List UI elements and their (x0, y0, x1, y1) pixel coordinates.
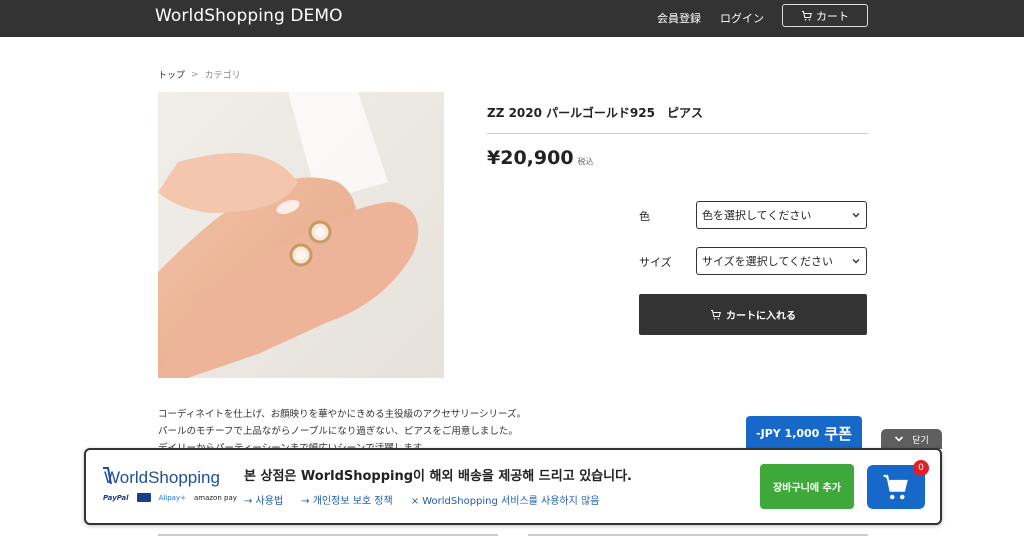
breadcrumb-category[interactable]: カテゴリ (205, 68, 241, 81)
coupon-amount: -JPY 1,000 (756, 426, 820, 440)
chevron-down-icon (895, 436, 904, 442)
cart-count-badge: 0 (913, 460, 929, 476)
breadcrumb-top[interactable]: トップ (158, 68, 185, 81)
cart-icon (883, 474, 908, 500)
banner-heading: 본 상점은 WorldShopping이 해외 배송을 제공해 드리고 있습니다… (244, 469, 632, 484)
section-divider (158, 534, 498, 536)
register-link[interactable]: 会員登録 (657, 10, 701, 26)
alipay-logo: Alipay+ (158, 493, 186, 502)
header-cart-button[interactable]: カート (782, 4, 868, 27)
coupon-tab[interactable]: -JPY 1,000 쿠폰 (746, 416, 862, 450)
color-label: 色 (639, 210, 650, 223)
worldshopping-banner: WorldShopping PayPal Alipay+ amazon pay … (84, 448, 942, 525)
close-label: 닫기 (912, 435, 929, 446)
product-title: ZZ 2020 パールゴールド925 ピアス (487, 106, 703, 120)
color-select-value: 色を選択してください (702, 209, 812, 222)
size-select-value: サイズを選択してください (702, 255, 834, 268)
header-cart-label: カート (816, 9, 849, 23)
paypal-logo: PayPal (103, 493, 129, 502)
credit-card-icon (136, 493, 151, 502)
tax-note: 税込 (577, 157, 594, 166)
size-label: サイズ (639, 256, 672, 269)
product-photo (158, 92, 444, 378)
opt-out-link[interactable]: × WorldShopping 서비스를 사용하지 않음 (411, 492, 600, 507)
login-link[interactable]: ログイン (720, 10, 764, 26)
price-row: ¥20,900 税込 (487, 147, 594, 169)
breadcrumb: トップ > カテゴリ (158, 68, 241, 82)
coupon-word: 쿠폰 (824, 424, 852, 443)
add-to-cart-button[interactable]: カートに入れる (639, 294, 867, 335)
cart-icon (802, 10, 812, 21)
description-line: コーディネイトを仕上げ、お顔映りを華やかにきめる主役級のアクセサリーシリーズ。 (158, 409, 527, 420)
color-select[interactable]: 色を選択してください (696, 201, 867, 229)
cart-icon (711, 309, 721, 320)
description-line: パールのモチーフで上品ながらノーブルになり過ぎない、ピアスをご用意しました。 (158, 426, 518, 437)
site-brand[interactable]: WorldShopping DEMO (155, 6, 343, 26)
product-photo-illustration (158, 92, 444, 378)
title-divider (487, 133, 868, 134)
close-banner-tab[interactable]: 닫기 (881, 429, 942, 449)
breadcrumb-separator: > (191, 69, 199, 80)
chevron-down-icon (852, 259, 860, 264)
amazon-pay-logo: amazon pay (193, 493, 237, 502)
add-to-cart-label: カートに入れる (726, 311, 796, 322)
banner-links: → 사용법 → 개인정보 보호 정책 × WorldShopping 서비스를 … (244, 492, 599, 507)
section-divider (528, 534, 868, 536)
ws-add-to-cart-button[interactable]: 장바구니에 추가 (760, 464, 854, 509)
size-select[interactable]: サイズを選択してください (696, 247, 867, 275)
worldshopping-logo: WorldShopping (104, 468, 220, 487)
payment-methods: PayPal Alipay+ amazon pay (103, 493, 237, 502)
chevron-down-icon (852, 213, 860, 218)
privacy-policy-link[interactable]: → 개인정보 보호 정책 (301, 492, 393, 507)
product-price: ¥20,900 (487, 147, 574, 169)
top-nav-bar: WorldShopping DEMO 会員登録 ログイン カート (0, 0, 1024, 37)
how-to-use-link[interactable]: → 사용법 (244, 492, 283, 507)
